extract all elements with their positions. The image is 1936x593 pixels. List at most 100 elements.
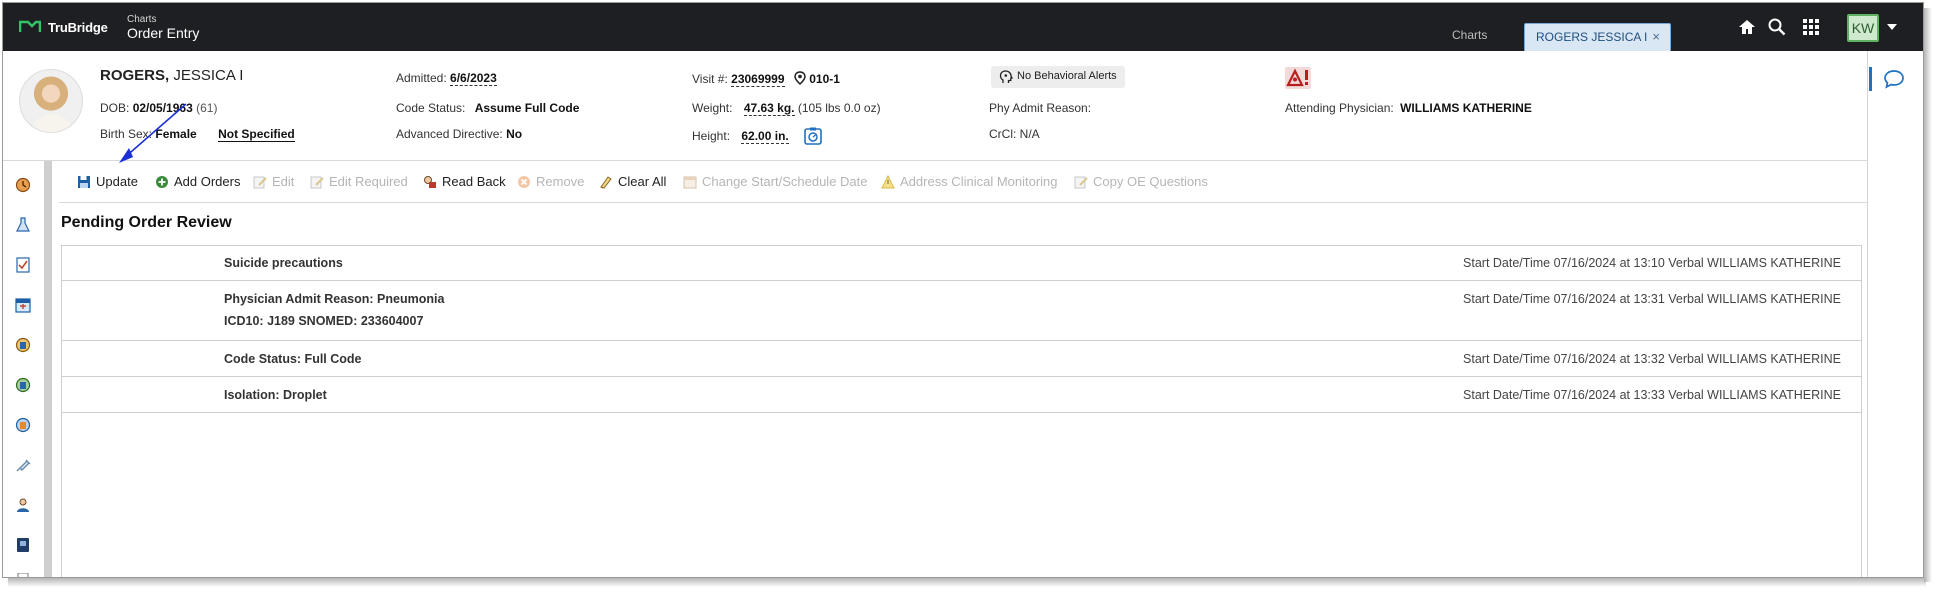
birth-sex-label: Birth Sex:: [100, 127, 153, 141]
order-row[interactable]: Code Status: Full Code Start Date/Time 0…: [62, 341, 1861, 377]
location-value: 010-1: [809, 72, 840, 86]
apps-grid-icon[interactable]: [1801, 17, 1821, 37]
birth-sex-value: Female: [155, 127, 197, 141]
tab-patient-label: ROGERS JESSICA I: [1536, 30, 1648, 44]
weight-field: Weight: 47.63 kg. (105 lbs 0.0 oz): [692, 101, 881, 116]
allergy-alert-icon[interactable]: [1285, 67, 1311, 89]
visit-label: Visit #:: [692, 72, 728, 86]
head-profile-icon: [999, 70, 1013, 83]
remove-circle-icon: [518, 176, 530, 188]
trubridge-logo-icon: [19, 20, 41, 32]
age-value: (61): [196, 101, 218, 115]
height-field: Height: 62.00 in.: [692, 127, 822, 145]
advanced-directive-field: Advanced Directive: No: [396, 127, 522, 141]
order-row[interactable]: Isolation: Droplet Start Date/Time 07/16…: [62, 377, 1861, 413]
tab-patient[interactable]: ROGERS JESSICA I ×: [1524, 23, 1671, 51]
user-avatar[interactable]: KW: [1847, 14, 1879, 42]
edit-note-icon: [253, 176, 267, 189]
eraser-icon: [600, 176, 612, 189]
app-window: TruBridge Charts Order Entry Charts ROGE…: [2, 2, 1924, 578]
phy-admit-reason-field: Phy Admit Reason:: [989, 101, 1091, 115]
gender-identity-link[interactable]: Not Specified: [218, 127, 295, 142]
brand-name: TruBridge: [48, 20, 108, 35]
care-team-icon[interactable]: [15, 497, 31, 513]
crcl-label: CrCl:: [989, 127, 1017, 141]
dob-label: DOB:: [100, 101, 130, 115]
admitted-value[interactable]: 6/6/2023: [450, 71, 497, 86]
clinical-notes-icon[interactable]: [15, 337, 31, 353]
visit-field: Visit #: 23069999 010-1: [692, 71, 840, 87]
advanced-directive-value: No: [506, 127, 523, 141]
order-detail: ICD10: J189 SNOMED: 233604007: [224, 314, 424, 328]
order-start: Start Date/Time 07/16/2024 at 13:10 Verb…: [1463, 256, 1841, 270]
admitted-field: Admitted: 6/6/2023: [396, 71, 497, 86]
chat-bubble-icon[interactable]: [1883, 69, 1905, 89]
visit-value[interactable]: 23069999: [731, 72, 785, 87]
order-name: Isolation: Droplet: [224, 388, 327, 402]
attending-label: Attending Physician:: [1285, 101, 1394, 115]
save-disk-icon: [78, 176, 90, 188]
crcl-field: CrCl: N/A: [989, 127, 1040, 141]
calendar-icon[interactable]: [15, 297, 31, 313]
advanced-directive-label: Advanced Directive:: [396, 127, 503, 141]
patient-name: ROGERS, JESSICA I: [100, 67, 243, 84]
chevron-down-icon[interactable]: [1887, 24, 1897, 30]
dob-field: DOB: 02/05/1963 (61): [100, 101, 217, 115]
code-status-label: Code Status:: [396, 101, 466, 115]
lab-flask-icon[interactable]: [15, 217, 31, 233]
measurement-icon[interactable]: [804, 127, 822, 145]
patient-banner: ROGERS, JESSICA I DOB: 02/05/1963 (61) B…: [3, 51, 1867, 161]
checklist-icon[interactable]: [15, 257, 31, 273]
order-start: Start Date/Time 07/16/2024 at 13:32 Verb…: [1463, 352, 1841, 366]
warning-triangle-icon: [881, 175, 895, 189]
order-name: Code Status: Full Code: [224, 352, 362, 366]
attending-physician-field: Attending Physician: WILLIAMS KATHERINE: [1285, 101, 1532, 115]
add-circle-icon: [156, 176, 168, 188]
height-value[interactable]: 62.00 in.: [741, 129, 789, 144]
page-title: Order Entry: [127, 25, 200, 41]
weight-value[interactable]: 47.63 kg.: [743, 101, 795, 116]
patient-photo: [19, 69, 83, 133]
read-back-icon: [424, 176, 436, 188]
medication-icon[interactable]: [15, 377, 31, 393]
admitted-label: Admitted:: [396, 71, 447, 85]
copy-note-icon: [1074, 176, 1088, 189]
calendar-change-icon: [683, 176, 697, 189]
patient-first-name: JESSICA I: [173, 67, 244, 84]
syringe-icon[interactable]: [15, 457, 31, 473]
tab-charts[interactable]: Charts: [1452, 28, 1487, 42]
behavioral-alerts-text: No Behavioral Alerts: [1017, 70, 1117, 82]
order-start: Start Date/Time 07/16/2024 at 13:31 Verb…: [1463, 292, 1841, 306]
document-icon[interactable]: [15, 573, 31, 578]
order-start: Start Date/Time 07/16/2024 at 13:33 Verb…: [1463, 388, 1841, 402]
section-title: Pending Order Review: [61, 214, 232, 231]
code-status-field: Code Status: Assume Full Code: [396, 101, 579, 115]
right-panel-indicator: [1869, 67, 1872, 91]
order-row[interactable]: Suicide precautions Start Date/Time 07/1…: [62, 246, 1861, 281]
close-icon[interactable]: ×: [1652, 29, 1660, 44]
right-panel-divider: [1867, 51, 1868, 577]
behavioral-alerts-badge[interactable]: No Behavioral Alerts: [991, 66, 1125, 88]
breadcrumb-parent[interactable]: Charts: [127, 14, 156, 25]
home-icon[interactable]: [1737, 17, 1757, 37]
chart-book-icon[interactable]: [15, 537, 31, 553]
order-row[interactable]: Physician Admit Reason: Pneumonia ICD10:…: [62, 281, 1861, 341]
birth-sex-field: Birth Sex: Female Not Specified: [100, 127, 295, 142]
location-pin-icon: [794, 71, 806, 86]
order-toolbar: Update Add Orders Edit Edit Required Rea…: [59, 163, 1867, 203]
weight-label: Weight:: [692, 101, 733, 115]
height-label: Height:: [692, 129, 731, 143]
crcl-value: N/A: [1019, 127, 1040, 141]
orders-history-icon[interactable]: [15, 417, 31, 433]
phy-admit-reason-label: Phy Admit Reason:: [989, 101, 1092, 115]
attending-value: WILLIAMS KATHERINE: [1400, 101, 1532, 115]
dob-value: 02/05/1963: [132, 101, 193, 115]
rail-splitter[interactable]: [44, 161, 52, 577]
order-name: Physician Admit Reason: Pneumonia: [224, 292, 445, 306]
weight-alt-value: (105 lbs 0.0 oz): [797, 101, 881, 115]
edit-required-icon: [310, 176, 324, 189]
order-name: Suicide precautions: [224, 256, 343, 270]
search-icon[interactable]: [1767, 17, 1787, 37]
top-navigation-bar: TruBridge Charts Order Entry Charts ROGE…: [3, 3, 1923, 51]
vitals-icon[interactable]: [15, 177, 31, 193]
